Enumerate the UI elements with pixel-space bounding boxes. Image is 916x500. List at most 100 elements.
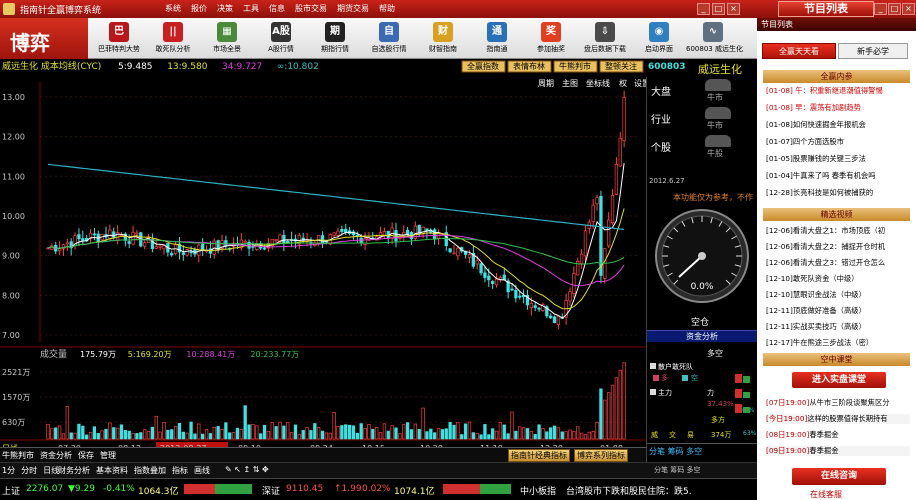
menu-item-4[interactable]: 信息 [269,3,285,14]
menu-item-1[interactable]: 报价 [191,3,207,14]
func-tab-2[interactable]: 指数叠加 [134,465,166,476]
top-button-label[interactable]: 整顿关注 [605,61,637,71]
chart-tab-1[interactable]: 资金分析 [40,450,72,461]
stock-side-panel: 大盘 牛市 行业 牛市 个股 牛股 2012.6.27 本功能仅为参考，不作 0.0% 空… [646,77,757,463]
top-button-label[interactable]: 全赢指数 [467,61,499,71]
right-maximize-button[interactable]: □ [888,3,901,15]
tab-daily[interactable]: 全赢天天看 [762,43,836,59]
volume-bar [297,434,301,440]
toolbar-button-3[interactable]: A股 A股行情 [254,22,308,56]
toolbar-label-2: 市场全景 [213,45,241,53]
window-title: 指南针全赢博弈系统 [20,6,102,16]
vol-tick: 630万 [2,418,25,427]
func-tab-3[interactable]: 指标 [172,465,188,476]
toolbar-button-7[interactable]: 通指南通 [470,22,524,56]
toolbar-button-0[interactable]: 巴巴菲特判大势 [92,22,146,56]
right-minimize-button[interactable]: _ [874,3,887,15]
menu-item-7[interactable]: 帮助 [379,3,395,14]
chart-tab-2[interactable]: 保存 [78,450,94,461]
news-item[interactable]: [01-08] 午：积重新继退潮值得警惕 [766,86,910,96]
video-item[interactable]: [12-10]慧眼识金战法（中级） [766,290,910,300]
news-item[interactable]: [01-08] 早：震荡有加剧趋势 [766,103,910,113]
func-tab-1[interactable]: 基本资料 [96,465,128,476]
toolbar-button-6[interactable]: 财财智指南 [416,22,470,56]
menu-item-5[interactable]: 股市交易 [295,3,327,14]
video-item[interactable]: [12-06]看清大盘之2：捕捉开仓时机 [766,242,910,252]
kline-chart[interactable]: 威远生化 成本均线(CYC) 5:9.485 13:9.580 34:9.727 ∞:1… [0,59,650,463]
chart-option[interactable]: 设置 [634,78,650,88]
class-item[interactable]: [07日19:00]从牛市三阶段谈聚焦区分 [766,398,910,408]
volume-bar [158,431,162,440]
toolbar-button-11[interactable]: ∿ 600803 威远生化 [686,22,743,56]
video-item[interactable]: [12-17]牛在熊途三步战法（密） [766,338,910,348]
tab-newbie[interactable]: 新手必学 [838,43,908,59]
indicator-tab-1[interactable]: 博弈系列指标 [574,449,628,462]
news-item[interactable]: [01-04]牛真来了吗 春季有机会吗 [766,171,910,181]
minimize-button[interactable]: _ [697,3,710,15]
top-button-label[interactable]: 表情布林 [513,61,545,71]
chart-option[interactable]: 权 [619,78,627,88]
news-date: [01-08] 午： [766,86,810,95]
draw-tools-icons[interactable]: ✎ ↖ ↥ ⇅ ✥ [225,465,269,474]
chart-option[interactable]: 周期 [538,79,554,88]
ma-label: 5:9.485 [118,62,153,72]
ticker-side[interactable]: 分笔 筹码 多空 [649,447,702,456]
video-item[interactable]: [12-10]敢死队资金（中级） [766,274,910,284]
indicator-tab-0[interactable]: 指南针经典指标 [508,449,570,462]
news-title: 牛真来了吗 春季有机会吗 [792,171,876,180]
period-tab-2[interactable]: 日线 [43,465,59,476]
toolbar-button-5[interactable]: 自自选股行情 [362,22,416,56]
volume-bar [220,428,224,440]
class-item[interactable]: [08日19:00]春季掘金 [766,430,910,440]
consult-button[interactable]: 在线咨询 [792,468,886,485]
sz-breadth-bar [443,484,511,494]
class-item[interactable]: [09日19:00]春季掘金 [766,446,910,456]
close-button[interactable]: × [727,3,740,15]
maximize-button[interactable]: □ [712,3,725,15]
candle-body [529,302,533,309]
menu-item-2[interactable]: 决策 [217,3,233,14]
right-close-button[interactable]: × [902,3,915,15]
fenbi-tabs[interactable]: 分笔 筹码 多空 [654,465,700,475]
chart-area[interactable]: 威远生化 成本均线(CYC) 5:9.485 13:9.580 34:9.727 ∞:1… [0,59,650,463]
news-item[interactable]: [01-05]股票赚钱的关键三步法 [766,154,910,164]
volume-bar [54,427,58,440]
volume-bar [483,424,487,440]
enter-class-button[interactable]: 进入实盘课堂 [792,372,886,388]
toolbar-button-4[interactable]: 期期指行情 [308,22,362,56]
func-tab-4[interactable]: 画线 [194,465,210,476]
menu-item-6[interactable]: 期货交易 [337,3,369,14]
news-item[interactable]: [12-28]长亮科技是如何被捕获的 [766,188,910,198]
program-list-title[interactable]: 节目列表 [778,1,874,17]
online-service-link[interactable]: 在线客服 [810,489,842,500]
chart-tab-3[interactable]: 管理 [100,450,116,461]
top-button-label[interactable]: 牛熊判市 [559,61,591,71]
video-item[interactable]: [12-06]看清大盘之1：市场顶底（初 [766,226,910,236]
toolbar-button-2[interactable]: ▦ 市场全景 [200,22,254,56]
news-ticker[interactable]: 台湾股市下跌和股民住院：跌5. [566,484,692,497]
chart-option[interactable]: 主图 [562,78,578,88]
volume-bar [494,430,499,440]
ma-label: ∞:10.802 [277,62,319,72]
chart-tab-0[interactable]: 牛熊判市 [2,450,34,461]
toolbar-button-1[interactable]: || 敢死队分析 [146,22,200,56]
video-item[interactable]: [12-06]看清大盘之3：错过开仓怎么 [766,258,910,268]
chart-option[interactable]: 坐标线 [586,78,610,88]
news-item[interactable]: [01-08]如何快速掘金年报机会 [766,120,910,130]
video-item[interactable]: [12-11]实战买卖技巧（高级） [766,322,910,332]
menu-item-0[interactable]: 系统 [165,3,181,14]
menu-item-3[interactable]: 工具 [243,3,259,14]
capital-analysis-button[interactable]: 资金分析 [647,330,757,342]
toolbar-button-10[interactable]: ◉ 启动界面 [632,22,686,56]
period-tab-0[interactable]: 1分 [2,465,15,476]
video-item[interactable]: [12-11]顶底做好准备（高级） [766,306,910,316]
candle-body [467,254,472,258]
toolbar-button-8[interactable]: 奖参加抽奖 [524,22,578,56]
toolbar-button-9[interactable]: ⇩ 盘后数据下载 [578,22,632,56]
news-item[interactable]: [01-07]四个方面选股市 [766,137,910,147]
func-tab-0[interactable]: 财务分析 [58,465,90,476]
class-item[interactable]: [今日19:00]这样的股票值得长期持有 [766,414,910,424]
candle-body [154,246,158,249]
period-tab-1[interactable]: 分时 [21,465,37,476]
volume-bar [239,429,243,440]
